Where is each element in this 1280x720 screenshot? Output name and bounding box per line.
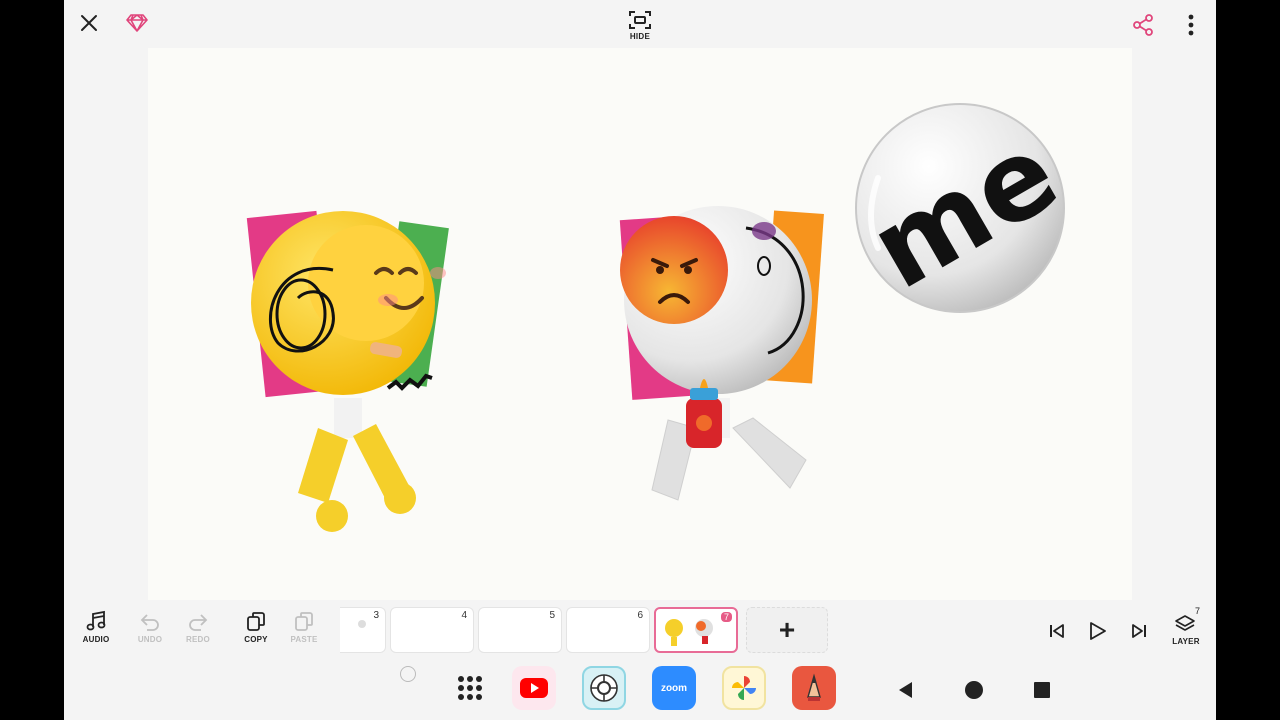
play-icon: [1090, 622, 1106, 640]
app-screen: HIDE me AUDIO UNDO REDO COPY PASTE 3 4 5…: [64, 0, 1216, 720]
camera-app[interactable]: [582, 666, 626, 710]
add-frame-button[interactable]: +: [746, 607, 828, 653]
recents-square-icon: [1034, 682, 1050, 698]
frame-thumb[interactable]: 5: [478, 607, 562, 653]
hide-ui-button[interactable]: HIDE: [616, 6, 664, 44]
camera-app-icon: [590, 674, 618, 702]
assistant-dot[interactable]: [400, 666, 416, 682]
canvas-artwork: me: [246, 103, 1078, 532]
paste-icon: [295, 612, 313, 631]
system-nav-bar: zoom: [64, 660, 1216, 720]
frame-number: 5: [549, 610, 555, 621]
recents-button[interactable]: [1030, 678, 1054, 702]
audio-button[interactable]: AUDIO: [74, 610, 118, 652]
zoom-icon: zoom: [660, 682, 688, 694]
timeline-toolbar: AUDIO UNDO REDO COPY PASTE 3 4 5 6 7 + 7…: [64, 600, 1216, 660]
undo-label: UNDO: [137, 635, 163, 644]
paste-button[interactable]: PASTE: [282, 610, 326, 652]
close-icon: [81, 15, 97, 31]
apps-grid-button[interactable]: [448, 666, 492, 710]
plus-icon: +: [778, 614, 796, 645]
redo-button[interactable]: REDO: [176, 610, 220, 652]
character-silver[interactable]: [619, 206, 824, 501]
back-button[interactable]: [894, 678, 918, 702]
hide-frame-icon: [629, 10, 651, 29]
character-yellow[interactable]: [246, 210, 449, 532]
redo-icon: [189, 614, 208, 631]
play-button[interactable]: [1084, 618, 1110, 644]
more-options-button[interactable]: [1178, 12, 1204, 38]
more-vertical-icon: [1188, 14, 1194, 36]
me-sticker[interactable]: me: [850, 103, 1078, 314]
frame-thumb-active[interactable]: 7: [654, 607, 738, 653]
frame-number: 7: [720, 612, 732, 622]
audio-label: AUDIO: [82, 635, 110, 644]
close-button[interactable]: [76, 10, 102, 36]
premium-button[interactable]: [124, 10, 150, 36]
home-button[interactable]: [962, 678, 986, 702]
photos-icon: [732, 676, 756, 700]
back-triangle-icon: [899, 682, 912, 698]
frame-preview: [665, 619, 713, 646]
apps-grid-icon: [458, 676, 482, 700]
layers-icon: [1175, 615, 1195, 631]
sketchbook-app[interactable]: [792, 666, 836, 710]
youtube-app[interactable]: [512, 666, 556, 710]
hide-label: HIDE: [629, 31, 651, 41]
frame-thumb[interactable]: 3: [340, 607, 386, 653]
undo-button[interactable]: UNDO: [128, 610, 172, 652]
sketchbook-icon: [807, 673, 821, 701]
diamond-icon: [126, 14, 148, 32]
layer-button[interactable]: 7 LAYER: [1164, 606, 1208, 654]
youtube-icon: [520, 678, 548, 698]
layer-label: LAYER: [1172, 637, 1200, 646]
drawing-canvas[interactable]: me: [148, 48, 1132, 600]
copy-button[interactable]: COPY: [234, 610, 278, 652]
undo-icon: [140, 614, 159, 631]
share-button[interactable]: [1130, 12, 1156, 38]
frame-thumb[interactable]: 4: [390, 607, 474, 653]
photos-app[interactable]: [722, 666, 766, 710]
frame-number: 6: [637, 610, 643, 621]
frame-number: 3: [373, 610, 379, 621]
frame-thumb[interactable]: 6: [566, 607, 650, 653]
redo-label: REDO: [186, 635, 210, 644]
first-frame-button[interactable]: [1044, 618, 1070, 644]
share-icon: [1133, 14, 1153, 36]
layer-count: 7: [1194, 606, 1200, 616]
copy-icon: [247, 612, 265, 631]
skip-end-icon: [1132, 624, 1146, 638]
paste-label: PASTE: [290, 635, 318, 644]
skip-start-icon: [1050, 624, 1064, 638]
last-frame-button[interactable]: [1126, 618, 1152, 644]
frame-dot: [358, 620, 366, 628]
home-circle-icon: [965, 681, 983, 699]
copy-label: COPY: [244, 635, 268, 644]
zoom-app[interactable]: zoom: [652, 666, 696, 710]
music-note-icon: [86, 610, 106, 631]
frame-number: 4: [461, 610, 467, 621]
